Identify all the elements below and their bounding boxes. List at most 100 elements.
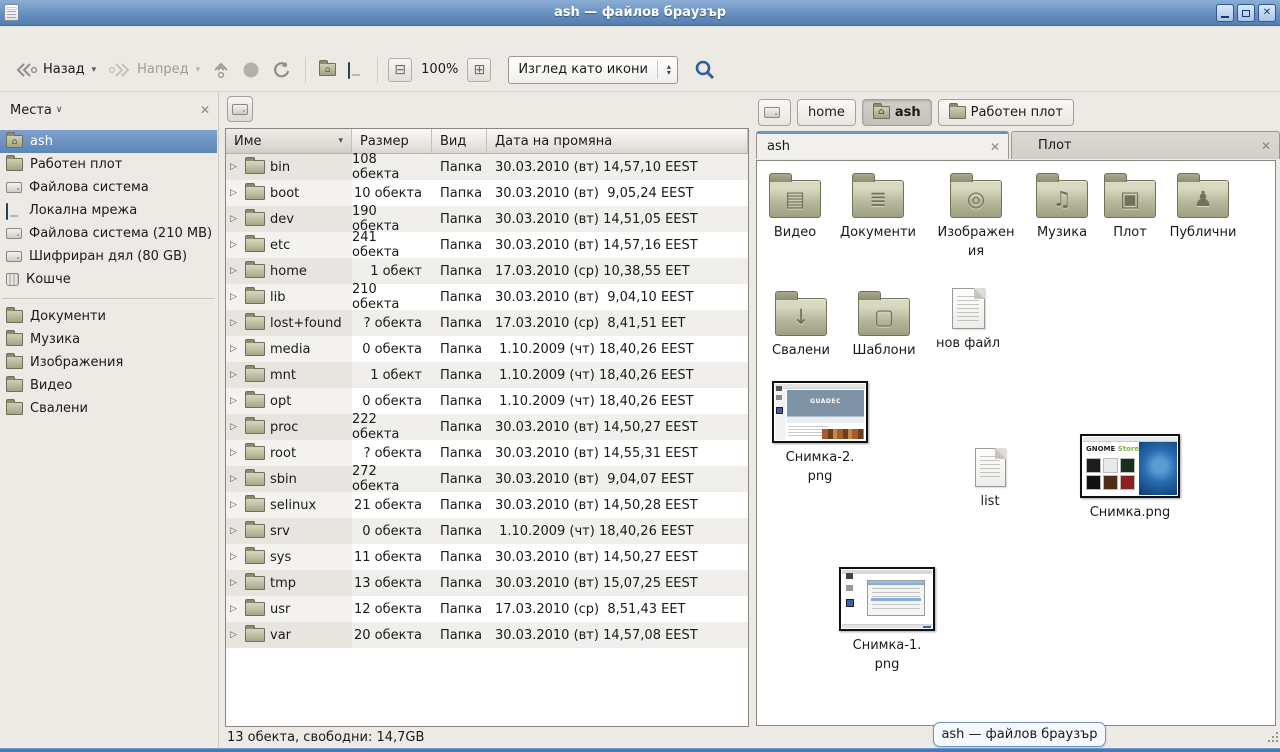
expander-icon[interactable]: ▷ [230, 318, 240, 328]
breadcrumb-button[interactable]: home [797, 99, 856, 126]
folder-icon [6, 379, 23, 392]
table-row[interactable]: ▷ lib 210 обекта Папка 30.03.2010 (вт) 9… [226, 284, 748, 310]
forward-button[interactable]: Напред ▾ [102, 58, 206, 82]
expander-icon[interactable]: ▷ [230, 526, 240, 536]
table-row[interactable]: ▷ tmp 13 обекта Папка 30.03.2010 (вт) 15… [226, 570, 748, 596]
grid-item[interactable]: нов файл [921, 288, 1015, 354]
titlebar[interactable]: ash — файлов браузър ✕ [0, 0, 1280, 26]
breadcrumb-button[interactable]: Работен плот [938, 99, 1074, 126]
breadcrumb-button[interactable] [758, 99, 791, 126]
expander-icon[interactable]: ▷ [230, 578, 240, 588]
expander-icon[interactable]: ▷ [230, 292, 240, 302]
expander-icon[interactable]: ▷ [230, 370, 240, 380]
column-header-size[interactable]: Размер [352, 129, 432, 153]
expander-icon[interactable]: ▷ [230, 500, 240, 510]
sidebar-chevron-icon[interactable]: ∨ [56, 105, 63, 115]
table-row[interactable]: ▷ selinux 21 обекта Папка 30.03.2010 (вт… [226, 492, 748, 518]
sidebar-close-icon[interactable]: ✕ [200, 103, 210, 117]
column-header-date[interactable]: Дата на промяна [487, 129, 748, 153]
expander-icon[interactable]: ▷ [230, 552, 240, 562]
table-row[interactable]: ▷ lost+found ? обекта Папка 17.03.2010 (… [226, 310, 748, 336]
expander-icon[interactable]: ▷ [230, 240, 240, 250]
sidebar-title[interactable]: Места [10, 103, 52, 118]
icon-view[interactable]: ▤ Видео ≣ Документи ◎ Изображен ия ♫ Муз… [756, 160, 1276, 726]
expander-icon[interactable]: ▷ [230, 474, 240, 484]
grid-item[interactable]: GUADEC Снимка-2. png [773, 381, 867, 487]
home-button[interactable]: ⌂ [313, 59, 342, 80]
sidebar-item[interactable]: Файлова система [0, 176, 217, 199]
back-dropdown-icon[interactable]: ▾ [92, 65, 97, 75]
zoom-out-button[interactable]: ⊟ [388, 58, 412, 82]
sidebar-item[interactable]: Видео [0, 374, 217, 397]
minimize-button[interactable] [1216, 4, 1234, 22]
table-row[interactable]: ▷ dev 190 обекта Папка 30.03.2010 (вт) 1… [226, 206, 748, 232]
table-row[interactable]: ▷ sbin 272 обекта Папка 30.03.2010 (вт) … [226, 466, 748, 492]
grid-item[interactable]: ♟ Публични [1156, 172, 1250, 243]
sidebar-item[interactable]: Файлова система (210 MB) [0, 222, 217, 245]
table-row[interactable]: ▷ root ? обекта Папка 30.03.2010 (вт) 14… [226, 440, 748, 466]
sidebar-item[interactable]: Работен плот [0, 153, 217, 176]
resize-grip[interactable] [1268, 732, 1278, 742]
table-row[interactable]: ▷ bin 108 обекта Папка 30.03.2010 (вт) 1… [226, 154, 748, 180]
table-row[interactable]: ▷ sys 11 обекта Папка 30.03.2010 (вт) 14… [226, 544, 748, 570]
computer-button[interactable] [342, 59, 370, 80]
folder-icon [245, 628, 265, 642]
expander-icon[interactable]: ▷ [230, 422, 240, 432]
table-row[interactable]: ▷ mnt 1 обект Папка 1.10.2009 (чт) 18,40… [226, 362, 748, 388]
grid-item[interactable]: list [943, 448, 1037, 512]
search-button[interactable] [688, 55, 722, 85]
grid-item[interactable]: ≣ Документи [831, 172, 925, 243]
sidebar-item[interactable]: Документи [0, 305, 217, 328]
breadcrumb-button[interactable]: ⌂ ash [862, 99, 932, 126]
grid-item[interactable]: ↓ Свалени [756, 290, 848, 361]
sidebar-item[interactable]: ⌂ ash [0, 130, 217, 153]
up-button[interactable] [206, 57, 236, 83]
tab[interactable]: ash ✕ [756, 131, 1009, 159]
zoom-in-button[interactable]: ⊞ [467, 58, 491, 82]
table-row[interactable]: ▷ var 20 обекта Папка 30.03.2010 (вт) 14… [226, 622, 748, 648]
sidebar-item[interactable]: Изображения [0, 351, 217, 374]
expander-icon[interactable]: ▷ [230, 266, 240, 276]
sidebar-item[interactable]: Локална мрежа [0, 199, 217, 222]
sidebar-item[interactable]: Свалени [0, 397, 217, 420]
view-mode-select[interactable]: Изглед като икони ▴▾ [508, 56, 678, 84]
table-row[interactable]: ▷ etc 241 обекта Папка 30.03.2010 (вт) 1… [226, 232, 748, 258]
filesystem-root-button[interactable] [227, 96, 253, 122]
table-row[interactable]: ▷ home 1 обект Папка 17.03.2010 (ср) 10,… [226, 258, 748, 284]
grid-item[interactable]: ▢ Шаблони [837, 290, 931, 361]
sidebar-item[interactable]: Кошче [0, 268, 217, 291]
table-row[interactable]: ▷ proc 222 обекта Папка 30.03.2010 (вт) … [226, 414, 748, 440]
grid-item[interactable]: GNOME Store Снимка.png [1083, 434, 1177, 523]
grid-item[interactable]: Снимка-1. png [840, 567, 934, 675]
table-row[interactable]: ▷ boot 10 обекта Папка 30.03.2010 (вт) 9… [226, 180, 748, 206]
table-row[interactable]: ▷ media 0 обекта Папка 1.10.2009 (чт) 18… [226, 336, 748, 362]
forward-dropdown-icon[interactable]: ▾ [196, 65, 201, 75]
expander-icon[interactable]: ▷ [230, 630, 240, 640]
tab-close-icon[interactable]: ✕ [990, 140, 1000, 154]
back-button[interactable]: Назад ▾ [8, 58, 102, 82]
table-row[interactable]: ▷ usr 12 обекта Папка 17.03.2010 (ср) 8,… [226, 596, 748, 622]
table-row[interactable]: ▷ srv 0 обекта Папка 1.10.2009 (чт) 18,4… [226, 518, 748, 544]
sidebar-item[interactable]: Музика [0, 328, 217, 351]
grid-item[interactable]: ▤ Видео [756, 172, 842, 243]
column-header-name[interactable]: Име ▾ [226, 129, 352, 153]
file-modified: 30.03.2010 (вт) 14,57,08 EEST [487, 622, 748, 648]
expander-icon[interactable]: ▷ [230, 396, 240, 406]
reload-button[interactable] [266, 57, 298, 83]
expander-icon[interactable]: ▷ [230, 344, 240, 354]
sidebar-item[interactable]: Шифриран дял (80 GB) [0, 245, 217, 268]
column-header-type[interactable]: Вид [432, 129, 487, 153]
maximize-button[interactable] [1237, 4, 1255, 22]
tab-close-icon[interactable]: ✕ [1261, 139, 1271, 153]
close-button[interactable]: ✕ [1258, 4, 1276, 22]
stop-button[interactable] [236, 57, 266, 83]
table-row[interactable]: ▷ opt 0 обекта Папка 1.10.2009 (чт) 18,4… [226, 388, 748, 414]
expander-icon[interactable]: ▷ [230, 188, 240, 198]
file-name: srv [270, 524, 290, 539]
expander-icon[interactable]: ▷ [230, 162, 240, 172]
expander-icon[interactable]: ▷ [230, 604, 240, 614]
grid-item[interactable]: ◎ Изображен ия [929, 172, 1023, 262]
expander-icon[interactable]: ▷ [230, 448, 240, 458]
expander-icon[interactable]: ▷ [230, 214, 240, 224]
tab[interactable]: Плот ✕ [1011, 131, 1280, 159]
